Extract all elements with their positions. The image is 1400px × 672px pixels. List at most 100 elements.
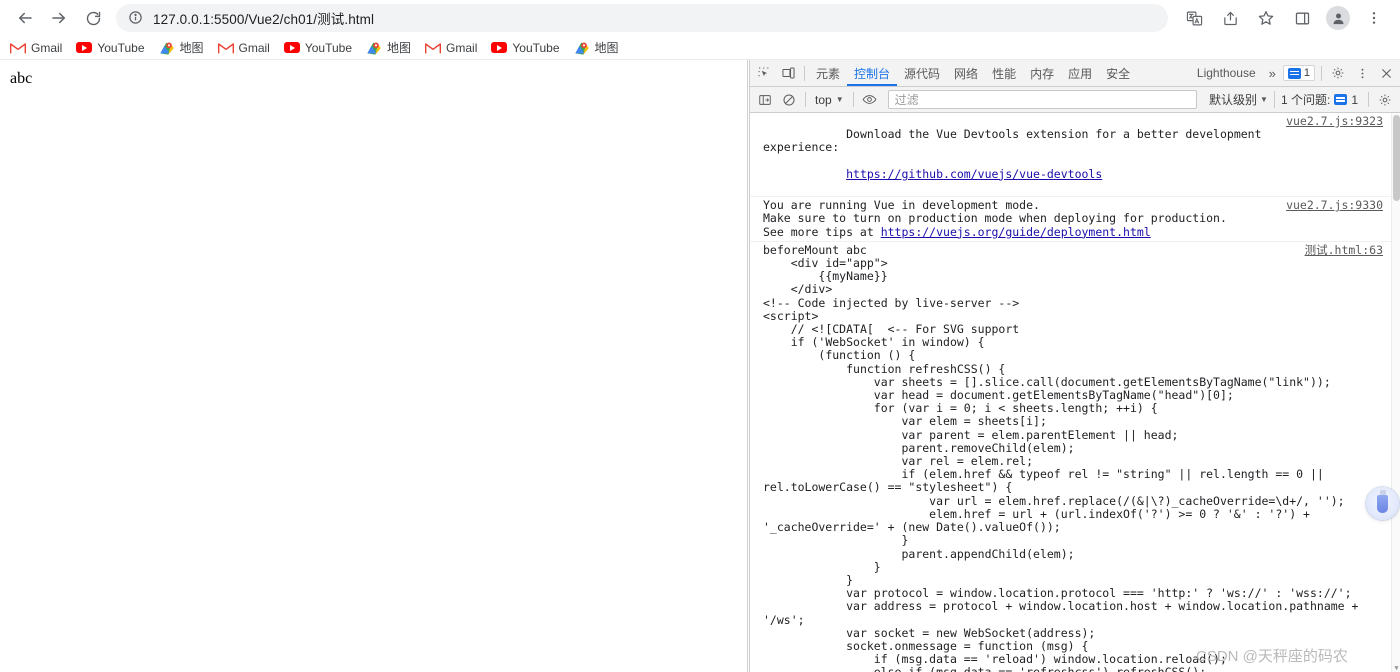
chrome-menu-icon[interactable] bbox=[1361, 5, 1387, 31]
tab-application[interactable]: 应用 bbox=[1061, 60, 1099, 86]
console-code-dump: <div id="app"> {{myName}} </div> <!-- Co… bbox=[763, 256, 1359, 672]
more-options-icon[interactable] bbox=[1350, 62, 1374, 85]
execution-context-select[interactable]: top ▼ bbox=[810, 90, 849, 110]
gear-icon[interactable] bbox=[1326, 62, 1350, 85]
forward-arrow-icon bbox=[52, 12, 65, 24]
close-icon[interactable] bbox=[1374, 62, 1398, 85]
log-level-select[interactable]: 默认级别 ▼ bbox=[1203, 91, 1274, 108]
tab-network[interactable]: 网络 bbox=[947, 60, 985, 86]
live-expression-icon[interactable] bbox=[858, 88, 882, 111]
issues-count-value: 1 bbox=[1351, 92, 1358, 107]
device-toolbar-icon[interactable] bbox=[776, 62, 800, 85]
share-icon[interactable] bbox=[1217, 5, 1243, 31]
execution-context-value: top bbox=[815, 92, 832, 107]
console-message-source[interactable]: vue2.7.js:9330 bbox=[1286, 199, 1383, 212]
page-body-text: abc bbox=[10, 70, 33, 87]
toolbar-divider bbox=[804, 65, 805, 81]
console-message[interactable]: beforeMount abc 测试.html:63 <div id="app"… bbox=[750, 242, 1391, 672]
console-sidebar-icon[interactable] bbox=[753, 88, 777, 111]
tab-lighthouse[interactable]: Lighthouse bbox=[1189, 60, 1264, 86]
back-button[interactable] bbox=[11, 4, 39, 32]
console-scrollbar[interactable]: ▲ ▼ bbox=[1391, 113, 1400, 672]
issues-message-icon bbox=[1287, 67, 1301, 79]
clear-console-icon[interactable] bbox=[777, 88, 801, 111]
side-panel-icon[interactable] bbox=[1289, 5, 1315, 31]
bookmark-label: YouTube bbox=[304, 40, 353, 55]
console-filter-toolbar: top ▼ 过滤 默认级别 ▼ 1 个问题: 1 bbox=[750, 87, 1400, 113]
youtube-icon bbox=[283, 40, 300, 56]
toolbar-divider bbox=[805, 92, 806, 107]
console-filter-input[interactable]: 过滤 bbox=[887, 90, 1198, 109]
page-viewport: abc bbox=[0, 60, 748, 672]
console-message-source[interactable]: 测试.html:63 bbox=[1305, 243, 1383, 257]
chevron-down-icon: ▼ bbox=[835, 95, 844, 104]
maps-icon bbox=[366, 40, 382, 56]
profile-avatar-icon[interactable] bbox=[1326, 6, 1350, 30]
tab-memory[interactable]: 内存 bbox=[1023, 60, 1061, 86]
bookmark-label: YouTube bbox=[97, 40, 145, 55]
log-level-value: 默认级别 bbox=[1209, 93, 1258, 107]
tab-security[interactable]: 安全 bbox=[1099, 60, 1137, 86]
tab-console[interactable]: 控制台 bbox=[847, 60, 897, 86]
back-arrow-icon bbox=[19, 12, 32, 24]
toolbar-divider bbox=[1368, 92, 1369, 107]
bookmark-label: Gmail bbox=[238, 40, 270, 55]
scrollbar-thumb[interactable] bbox=[1393, 115, 1400, 201]
console-message-link[interactable]: https://vuejs.org/guide/deployment.html bbox=[881, 225, 1151, 239]
youtube-icon bbox=[76, 40, 93, 56]
console-message-text: Download the Vue Devtools extension for … bbox=[763, 127, 1269, 155]
bookmark-item[interactable]: Gmail bbox=[217, 40, 270, 56]
bookmark-item[interactable]: 地图 bbox=[159, 40, 204, 56]
bookmark-label: 地图 bbox=[387, 40, 412, 55]
issues-badge-count: 1 bbox=[1303, 67, 1310, 79]
issues-count-button[interactable]: 1 个问题: 1 bbox=[1273, 91, 1364, 108]
usb-drive-icon[interactable] bbox=[1366, 487, 1399, 520]
address-bar-url: 127.0.0.1:5500/Vue2/ch01/测试.html bbox=[153, 12, 375, 27]
gmail-icon bbox=[425, 40, 442, 56]
gmail-icon bbox=[217, 40, 234, 56]
console-filter-placeholder: 过滤 bbox=[894, 93, 919, 107]
bookmark-label: YouTube bbox=[512, 40, 560, 55]
console-message-text: beforeMount abc bbox=[763, 242, 867, 257]
bookmark-item[interactable]: 地图 bbox=[574, 40, 619, 56]
inspect-element-icon[interactable] bbox=[752, 62, 776, 85]
console-output[interactable]: Download the Vue Devtools extension for … bbox=[750, 113, 1400, 672]
bookmark-item[interactable]: Gmail bbox=[425, 40, 477, 56]
console-settings-icon[interactable] bbox=[1373, 88, 1397, 111]
reload-button[interactable] bbox=[79, 4, 107, 32]
toolbar-divider bbox=[1321, 65, 1322, 81]
bookmark-label: Gmail bbox=[446, 40, 478, 55]
tab-performance[interactable]: 性能 bbox=[985, 60, 1023, 86]
issues-message-icon bbox=[1334, 94, 1348, 105]
browser-toolbar: 127.0.0.1:5500/Vue2/ch01/测试.html bbox=[0, 0, 1400, 36]
bookmark-item[interactable]: Gmail bbox=[10, 40, 62, 56]
gmail-icon bbox=[10, 40, 26, 56]
site-info-icon[interactable] bbox=[128, 10, 144, 26]
bookmark-label: Gmail bbox=[31, 40, 63, 55]
tab-sources[interactable]: 源代码 bbox=[897, 60, 947, 86]
forward-button[interactable] bbox=[45, 4, 73, 32]
console-message[interactable]: You are running Vue in development mode.… bbox=[750, 197, 1391, 242]
maps-icon bbox=[574, 40, 590, 56]
bookmark-item[interactable]: YouTube bbox=[283, 40, 353, 56]
console-message-source[interactable]: vue2.7.js:9323 bbox=[1286, 114, 1383, 128]
scrollbar-down-arrow[interactable]: ▼ bbox=[1393, 664, 1400, 672]
address-bar[interactable]: 127.0.0.1:5500/Vue2/ch01/测试.html bbox=[116, 4, 1168, 32]
bookmark-star-icon[interactable] bbox=[1253, 5, 1279, 31]
console-message-link[interactable]: https://github.com/vuejs/vue-devtools bbox=[846, 167, 1102, 181]
tab-elements[interactable]: 元素 bbox=[809, 60, 847, 86]
devtools-panel: 元素 控制台 源代码 网络 性能 内存 应用 安全 Lighthouse » 1 bbox=[749, 60, 1400, 672]
translate-icon[interactable] bbox=[1181, 5, 1207, 31]
bookmark-label: 地图 bbox=[179, 40, 204, 55]
usb-drive-glyph bbox=[1377, 489, 1388, 513]
toolbar-divider bbox=[852, 92, 854, 107]
bookmark-item[interactable]: YouTube bbox=[76, 40, 145, 56]
devtools-tabbar: 元素 控制台 源代码 网络 性能 内存 应用 安全 Lighthouse » 1 bbox=[750, 60, 1400, 87]
bookmark-item[interactable]: YouTube bbox=[491, 40, 560, 56]
more-tabs-icon[interactable]: » bbox=[1264, 66, 1281, 81]
bookmarks-bar: Gmail YouTube 地图 Gmail YouTube 地图 Gmail … bbox=[0, 36, 1400, 60]
console-message[interactable]: Download the Vue Devtools extension for … bbox=[750, 113, 1391, 198]
issues-badge[interactable]: 1 bbox=[1282, 65, 1315, 81]
bookmark-item[interactable]: 地图 bbox=[366, 40, 411, 56]
browser-toolbar-actions bbox=[1176, 5, 1392, 31]
